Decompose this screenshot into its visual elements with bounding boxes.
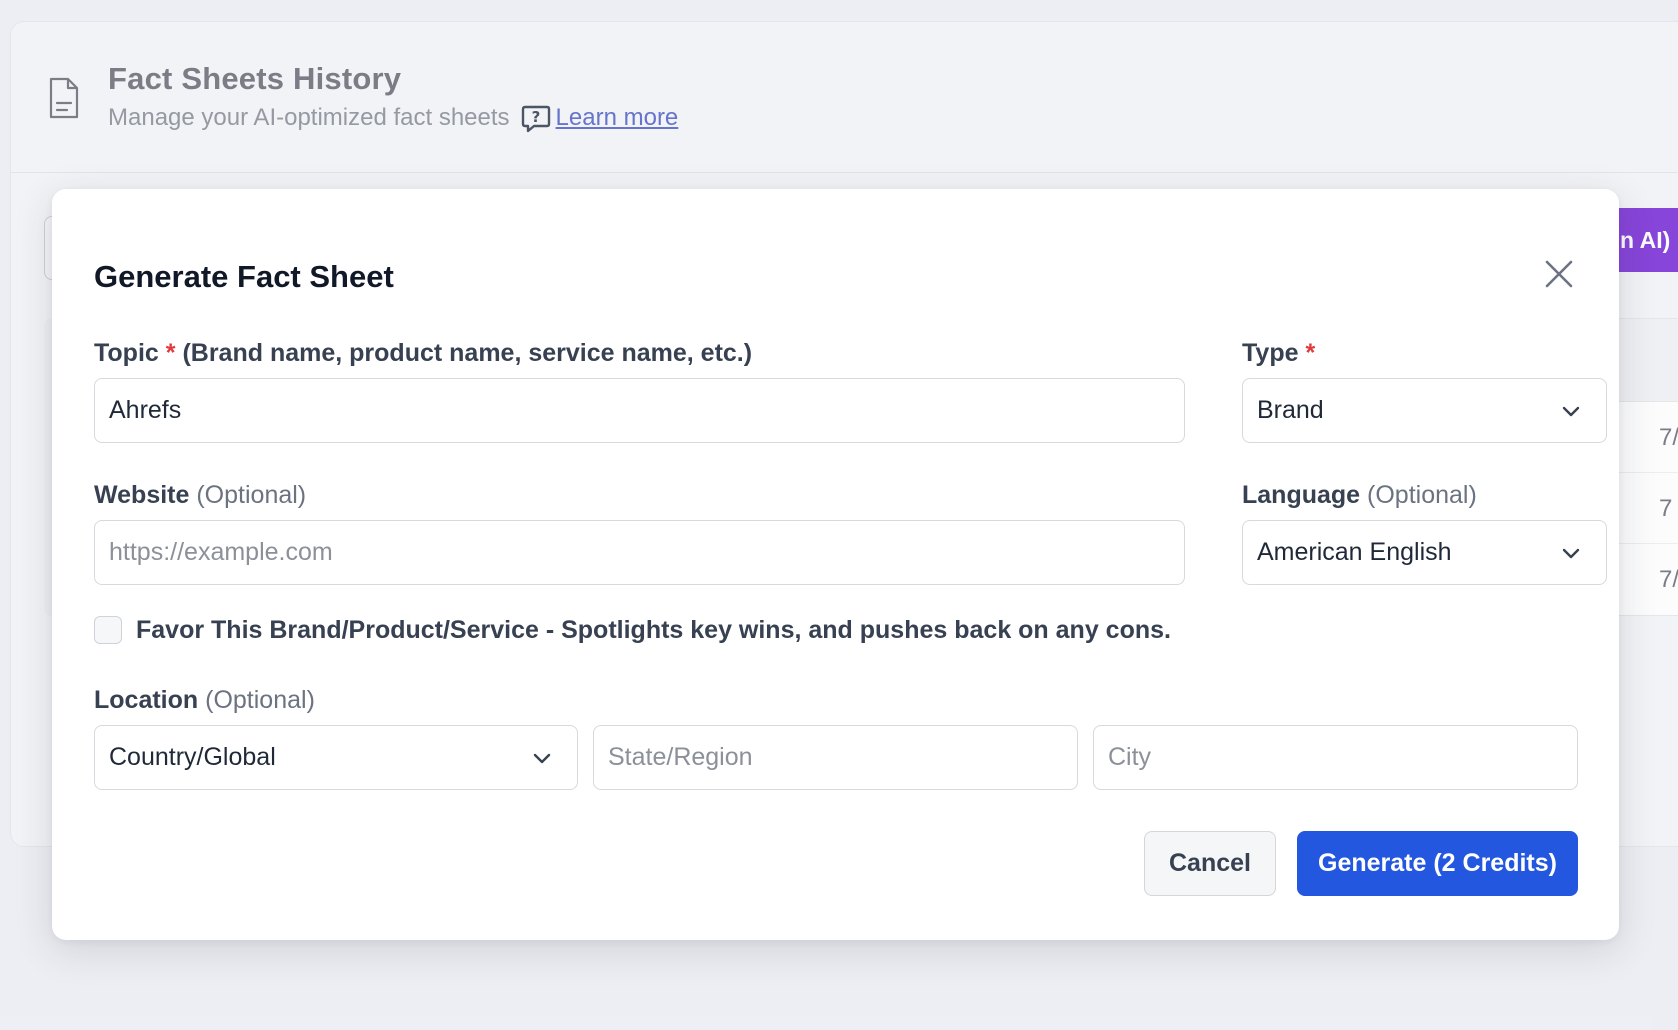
website-input[interactable] (94, 520, 1185, 585)
generate-fact-sheet-dialog: Generate Fact Sheet Topic * (Brand name,… (52, 189, 1619, 940)
favor-checkbox[interactable] (94, 616, 122, 644)
language-select[interactable]: American English (1242, 520, 1607, 585)
location-label-text: Location (94, 686, 199, 714)
close-icon (1545, 260, 1573, 288)
required-mark: * (165, 339, 176, 367)
city-input[interactable] (1093, 725, 1578, 790)
generate-button[interactable]: Generate (2 Credits) (1297, 831, 1578, 896)
type-label-text: Type (1242, 339, 1299, 367)
type-label: Type * (1242, 339, 1315, 368)
close-button[interactable] (1540, 255, 1578, 293)
website-label-text: Website (94, 481, 190, 509)
type-select[interactable]: Brand (1242, 378, 1607, 443)
location-label: Location (Optional) (94, 686, 315, 715)
optional-tag: (Optional) (1367, 481, 1477, 509)
optional-tag: (Optional) (196, 481, 307, 509)
chevron-down-icon (1562, 406, 1580, 416)
required-mark: * (1305, 339, 1316, 367)
chevron-down-icon (533, 753, 551, 763)
optional-tag: (Optional) (205, 686, 315, 714)
website-label: Website (Optional) (94, 481, 306, 510)
cancel-button[interactable]: Cancel (1144, 831, 1276, 896)
topic-input[interactable] (94, 378, 1185, 443)
favor-checkbox-label[interactable]: Favor This Brand/Product/Service - Spotl… (136, 616, 1171, 645)
dialog-title: Generate Fact Sheet (94, 259, 394, 294)
country-select-value: Country/Global (109, 743, 276, 771)
language-label-text: Language (1242, 481, 1361, 509)
topic-hint: (Brand name, product name, service name,… (182, 339, 753, 367)
language-select-value: American English (1257, 538, 1452, 566)
topic-label-text: Topic (94, 339, 159, 367)
chevron-down-icon (1562, 548, 1580, 558)
topic-label: Topic * (Brand name, product name, servi… (94, 339, 752, 368)
type-select-value: Brand (1257, 396, 1324, 424)
country-select[interactable]: Country/Global (94, 725, 578, 790)
language-label: Language (Optional) (1242, 481, 1477, 510)
state-region-input[interactable] (593, 725, 1078, 790)
